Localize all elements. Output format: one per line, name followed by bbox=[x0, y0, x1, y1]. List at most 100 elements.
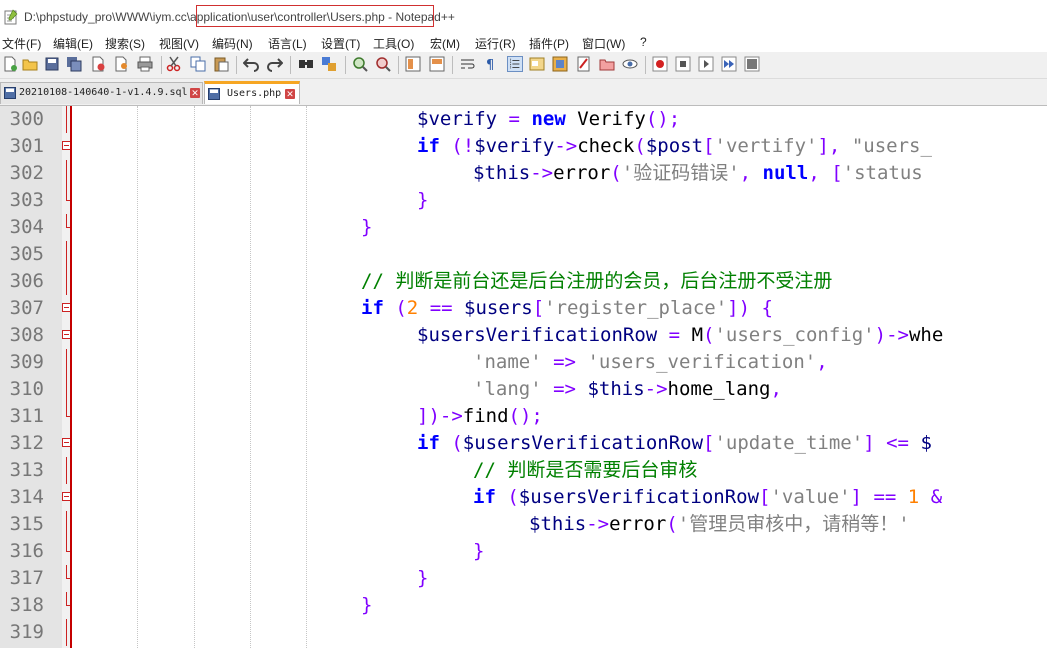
code-token: $post bbox=[645, 135, 704, 157]
save-all-icon[interactable] bbox=[66, 56, 82, 72]
code-line[interactable]: 317} bbox=[0, 565, 1047, 592]
menu-search[interactable]: 搜索(S) bbox=[105, 35, 145, 52]
close-icon[interactable]: ✕ bbox=[285, 89, 295, 99]
code-token: if bbox=[417, 432, 440, 454]
cut-icon[interactable] bbox=[166, 56, 182, 72]
menu-language[interactable]: 语言(L) bbox=[268, 35, 307, 52]
indent-guide-icon[interactable] bbox=[507, 56, 523, 72]
menu-window[interactable]: 窗口(W) bbox=[582, 35, 625, 52]
code-line[interactable]: 304} bbox=[0, 214, 1047, 241]
menu-macro[interactable]: 宏(M) bbox=[430, 35, 460, 52]
code-token: 2 bbox=[406, 297, 419, 319]
code-line[interactable]: 311])->find(); bbox=[0, 403, 1047, 430]
code-token: } bbox=[417, 567, 429, 589]
new-file-icon[interactable] bbox=[2, 56, 18, 72]
code-token: $usersVerificationRow bbox=[462, 432, 704, 454]
close-all-icon[interactable] bbox=[114, 56, 130, 72]
code-token: 'lang' bbox=[473, 378, 542, 400]
code-line[interactable]: 315 $this->error('管理员审核中，请稍等！' bbox=[0, 511, 1047, 538]
stop-macro-icon[interactable] bbox=[675, 56, 691, 72]
code-line[interactable]: 319 bbox=[0, 619, 1047, 646]
undo-icon[interactable] bbox=[243, 56, 259, 72]
zoom-in-icon[interactable] bbox=[352, 56, 368, 72]
menu-run[interactable]: 运行(R) bbox=[475, 35, 516, 52]
code-token: { bbox=[761, 297, 773, 319]
tab-sql-file[interactable]: 20210108-140640-1-v1.4.9.sql ✕ bbox=[0, 82, 203, 104]
save-macro-icon[interactable] bbox=[744, 56, 760, 72]
code-text: 'lang' => $this->home_lang, bbox=[473, 376, 782, 403]
redo-icon[interactable] bbox=[267, 56, 283, 72]
code-line[interactable]: 306 // 判断是前台还是后台注册的会员，后台注册不受注册 bbox=[0, 268, 1047, 295]
code-line[interactable]: 313 // 判断是否需要后台审核 bbox=[0, 457, 1047, 484]
udl-icon[interactable] bbox=[529, 56, 545, 72]
line-number: 305 bbox=[9, 243, 44, 265]
run-macro-multiple-icon[interactable] bbox=[721, 56, 737, 72]
play-macro-icon[interactable] bbox=[698, 56, 714, 72]
menu-tools[interactable]: 工具(O) bbox=[373, 35, 414, 52]
code-token: -> bbox=[586, 513, 610, 535]
word-wrap-icon[interactable] bbox=[460, 56, 476, 72]
fold-line bbox=[66, 376, 67, 403]
show-all-chars-icon[interactable]: ¶ bbox=[483, 56, 499, 72]
code-line[interactable]: 314 if ($usersVerificationRow['value'] ==… bbox=[0, 484, 1047, 511]
sync-horizontal-icon[interactable] bbox=[429, 56, 445, 72]
code-line[interactable]: 309 'name' => 'users_verification', bbox=[0, 349, 1047, 376]
code-line[interactable]: 301 if (!$verify->check($post['vertify'],… bbox=[0, 133, 1047, 160]
doc-map-icon[interactable] bbox=[552, 56, 568, 72]
line-number: 300 bbox=[9, 108, 44, 130]
title-path-highlight bbox=[196, 5, 434, 27]
code-token: ( bbox=[507, 486, 519, 508]
find-icon[interactable] bbox=[298, 56, 314, 72]
code-line[interactable]: 308 $usersVerificationRow = M('users_conf… bbox=[0, 322, 1047, 349]
line-number: 308 bbox=[9, 324, 44, 346]
toolbar-separator bbox=[161, 56, 162, 74]
record-macro-icon[interactable] bbox=[652, 56, 668, 72]
line-number: 314 bbox=[9, 486, 44, 508]
open-file-icon[interactable] bbox=[22, 56, 38, 72]
print-icon[interactable] bbox=[137, 56, 153, 72]
menu-plugins[interactable]: 插件(P) bbox=[529, 35, 569, 52]
code-line[interactable]: 307 if (2 == $users['register_place']) { bbox=[0, 295, 1047, 322]
code-line[interactable]: 318} bbox=[0, 592, 1047, 619]
menu-edit[interactable]: 编辑(E) bbox=[53, 35, 93, 52]
code-text: } bbox=[473, 538, 484, 565]
code-token: [ bbox=[703, 135, 715, 157]
code-line[interactable]: 312 if ($usersVerificationRow['update_tim… bbox=[0, 430, 1047, 457]
zoom-out-icon[interactable] bbox=[375, 56, 391, 72]
sync-vertical-icon[interactable] bbox=[405, 56, 421, 72]
code-token: (); bbox=[508, 405, 543, 427]
close-icon[interactable]: ✕ bbox=[190, 88, 200, 98]
monitoring-icon[interactable] bbox=[622, 56, 638, 72]
code-token: 'users_verification' bbox=[587, 351, 817, 373]
code-token: $users bbox=[464, 297, 533, 319]
code-line[interactable]: 300 $verify = new Verify(); bbox=[0, 106, 1047, 133]
paste-icon[interactable] bbox=[213, 56, 229, 72]
menu-help[interactable]: ? bbox=[640, 35, 647, 49]
code-token: 1 bbox=[907, 486, 920, 508]
code-token: $ bbox=[920, 432, 932, 454]
copy-icon[interactable] bbox=[190, 56, 206, 72]
close-file-icon[interactable] bbox=[90, 56, 106, 72]
menu-encoding[interactable]: 编码(N) bbox=[212, 35, 253, 52]
save-icon[interactable] bbox=[44, 56, 60, 72]
code-token: 'value' bbox=[770, 486, 851, 508]
code-editor[interactable]: 300 $verify = new Verify(); 301 if (!$verif… bbox=[0, 106, 1047, 648]
code-line[interactable]: 302 $this->error('验证码错误', null, ['status bbox=[0, 160, 1047, 187]
menu-file[interactable]: 文件(F) bbox=[2, 35, 41, 52]
menu-settings[interactable]: 设置(T) bbox=[321, 35, 360, 52]
code-line[interactable]: 303} bbox=[0, 187, 1047, 214]
code-line[interactable]: 310 'lang' => $this->home_lang, bbox=[0, 376, 1047, 403]
fold-line bbox=[66, 565, 71, 579]
tab-users-php[interactable]: Users.php ✕ bbox=[204, 81, 300, 104]
folder-workspace-icon[interactable] bbox=[599, 56, 615, 72]
fold-line bbox=[66, 592, 71, 606]
function-list-icon[interactable] bbox=[576, 56, 592, 72]
line-number: 318 bbox=[9, 594, 44, 616]
code-line[interactable]: 316} bbox=[0, 538, 1047, 565]
code-token: $verify bbox=[474, 135, 555, 157]
code-line[interactable]: 305 bbox=[0, 241, 1047, 268]
menu-view[interactable]: 视图(V) bbox=[159, 35, 199, 52]
replace-icon[interactable] bbox=[321, 56, 337, 72]
code-token: (! bbox=[451, 135, 475, 157]
